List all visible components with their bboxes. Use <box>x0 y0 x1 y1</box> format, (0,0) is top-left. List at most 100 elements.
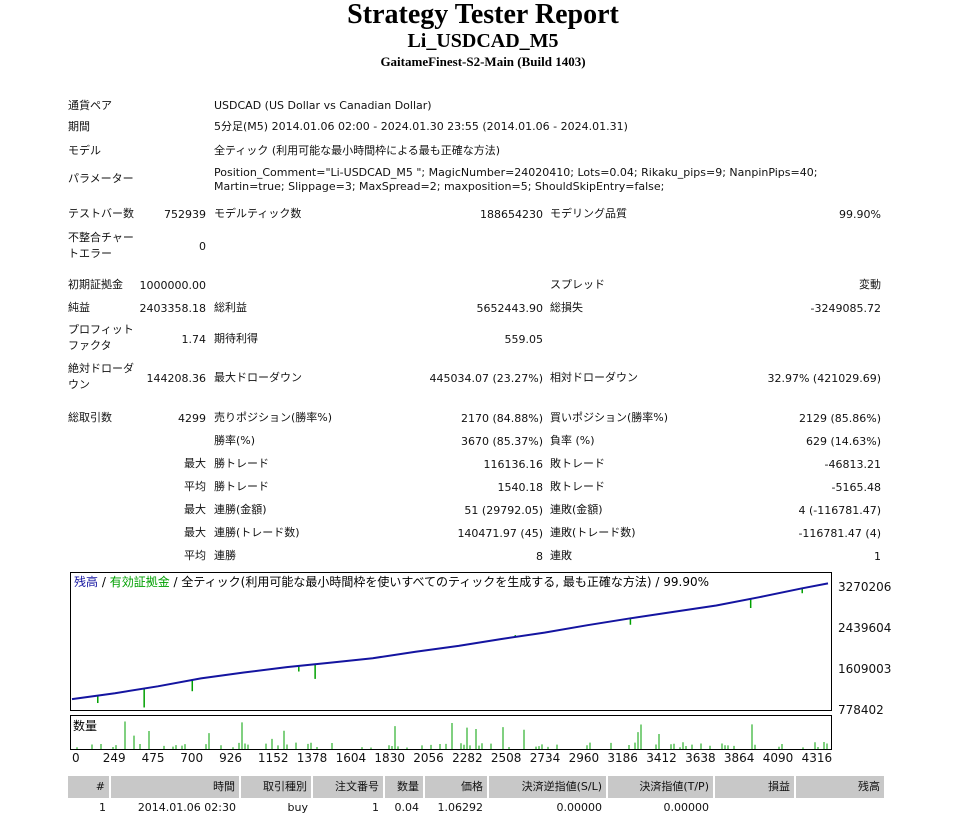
avg-win-value: 1540.18 <box>497 481 544 494</box>
gross-profit-label: 総利益 <box>214 301 247 314</box>
gross-profit-value: 5652443.90 <box>476 302 543 315</box>
expected-payoff-value: 559.05 <box>504 333 544 346</box>
symbol-value: USDCAD (US Dollar vs Canadian Dollar) <box>214 99 432 112</box>
bars-value: 752939 <box>164 208 206 221</box>
params-label: パラメーター <box>68 172 134 185</box>
col-order: 注文番号 <box>313 776 383 798</box>
col-price: 価格 <box>425 776 487 798</box>
x-tick-label: 1152 <box>257 751 289 765</box>
x-tick-label: 3638 <box>685 751 716 765</box>
net-profit-value: 2403358.18 <box>139 302 206 315</box>
legend-equity: 有効証拠金 <box>110 574 170 589</box>
net-profit-label: 純益 <box>68 301 90 314</box>
x-tick-label: 2282 <box>452 751 483 765</box>
x-tick-label: 1378 <box>296 751 328 765</box>
y-tick-label: 3270206 <box>838 580 892 595</box>
win-pct-label: 勝率(%) <box>214 434 256 447</box>
row-size: 0.04 <box>394 801 420 814</box>
main-plot-frame <box>70 572 832 711</box>
max-drawdown-label: 最大ドローダウン <box>214 371 302 384</box>
period-label: 期間 <box>68 120 90 133</box>
bars-label: テストバー数 <box>68 207 134 220</box>
max-cons-losses-label: 連敗(金額) <box>550 503 603 516</box>
ticks-value: 188654230 <box>480 208 543 221</box>
col-time: 時間 <box>111 776 239 798</box>
chart-legend: 残高 / 有効証拠金 / 全ティック(利用可能な最小時間枠を使いすべてのティック… <box>74 574 709 589</box>
legend-sep: / <box>98 575 110 589</box>
row-order: 1 <box>372 801 379 814</box>
total-trades-value: 4299 <box>178 412 206 425</box>
largest-win-label: 勝トレード <box>214 457 269 470</box>
x-tick-label: 3186 <box>607 751 638 765</box>
model-value: 全ティック (利用可能な最小時間枠による最も正確な方法) <box>214 144 501 157</box>
x-tick-label: 4316 <box>801 751 833 765</box>
report-subtitle: Li_USDCAD_M5 <box>407 30 559 52</box>
profit-factor-label: プロフィットファクタ <box>68 323 134 352</box>
x-tick-label: 926 <box>219 751 242 765</box>
largest-loss-label: 敗トレード <box>550 457 605 470</box>
x-tick-label: 2734 <box>529 751 561 765</box>
col-type: 取引種別 <box>241 776 311 798</box>
period-value: 5分足(M5) 2014.01.06 02:00 - 2024.01.30 23… <box>214 120 628 133</box>
max-cons-profit-value: 140471.97 (45) <box>457 527 543 540</box>
col-size: 数量 <box>385 776 423 798</box>
row-time: 2014.01.06 02:30 <box>137 801 236 814</box>
avg-cons-losses-value: 1 <box>874 550 881 563</box>
largest-loss-value: -46813.21 <box>824 458 881 471</box>
x-tick-label: 700 <box>180 751 204 765</box>
col-num: # <box>68 776 109 798</box>
largest-prefix: 最大 <box>184 457 206 470</box>
model-label: モデル <box>68 144 101 157</box>
spread-label: スプレッド <box>550 278 605 291</box>
abs-drawdown-value: 144208.36 <box>146 372 207 385</box>
y-tick-label: 2439604 <box>838 621 892 636</box>
avg-loss-label: 敗トレード <box>550 480 605 493</box>
report-title: Strategy Tester Report <box>347 0 619 30</box>
max-cons-prefix: 最大 <box>184 503 206 516</box>
col-profit: 損益 <box>715 776 794 798</box>
legend-model: / 全ティック(利用可能な最小時間枠を使いすべてのティックを生成する, 最も正確… <box>170 574 709 589</box>
row-tp: 0.00000 <box>663 801 710 814</box>
mismatch-value: 0 <box>199 240 206 253</box>
symbol-label: 通貨ペア <box>68 99 112 112</box>
row-price: 1.06292 <box>437 801 484 814</box>
avg-cons-wins-label: 連勝 <box>214 549 236 562</box>
avg-cons-wins-value: 8 <box>536 550 543 563</box>
x-tick-label: 3412 <box>646 751 677 765</box>
average-prefix: 平均 <box>184 480 206 493</box>
max-cons-loss-value: -116781.47 (4) <box>798 527 881 540</box>
max-cons-count-prefix: 最大 <box>184 526 206 539</box>
gross-loss-label: 総損失 <box>550 301 583 314</box>
col-balance: 残高 <box>796 776 884 798</box>
x-tick-label: 2960 <box>568 751 600 765</box>
largest-win-value: 116136.16 <box>483 458 544 471</box>
params-value: Position_Comment="Li-USDCAD_M5 "; MagicN… <box>214 166 818 193</box>
long-positions-value: 2129 (85.86%) <box>798 412 881 425</box>
x-tick-label: 3864 <box>723 751 755 765</box>
max-cons-wins-label: 連勝(金額) <box>214 503 267 516</box>
avg-cons-losses-label: 連敗 <box>550 549 572 562</box>
x-tick-label: 1830 <box>374 751 405 765</box>
max-cons-losses-value: 4 (-116781.47) <box>798 504 881 517</box>
row-sl: 0.00000 <box>556 801 603 814</box>
x-tick-label: 475 <box>141 751 165 765</box>
loss-pct-value: 629 (14.63%) <box>805 435 881 448</box>
quality-value: 99.90% <box>839 208 881 221</box>
ticks-label: モデルティック数 <box>214 207 302 220</box>
profit-factor-value: 1.74 <box>181 333 207 346</box>
legend-balance: 残高 <box>74 574 98 589</box>
y-tick-label: 1609003 <box>838 662 892 677</box>
max-cons-loss-label: 連敗(トレード数) <box>550 526 636 539</box>
max-cons-profit-label: 連勝(トレード数) <box>214 526 300 539</box>
rel-drawdown-label: 相対ドローダウン <box>550 371 638 384</box>
mismatch-label: 不整合チャートエラー <box>68 231 134 260</box>
avg-win-label: 勝トレード <box>214 480 269 493</box>
avg-cons-prefix: 平均 <box>184 549 206 562</box>
x-tick-label: 4090 <box>762 751 794 765</box>
gross-loss-value: -3249085.72 <box>810 302 881 315</box>
avg-loss-value: -5165.48 <box>831 481 881 494</box>
volume-label: 数量 <box>73 718 97 733</box>
long-positions-label: 買いポジション(勝率%) <box>550 411 669 424</box>
col-sl: 決済逆指値(S/L) <box>489 776 606 798</box>
quality-label: モデリング品質 <box>550 207 627 220</box>
